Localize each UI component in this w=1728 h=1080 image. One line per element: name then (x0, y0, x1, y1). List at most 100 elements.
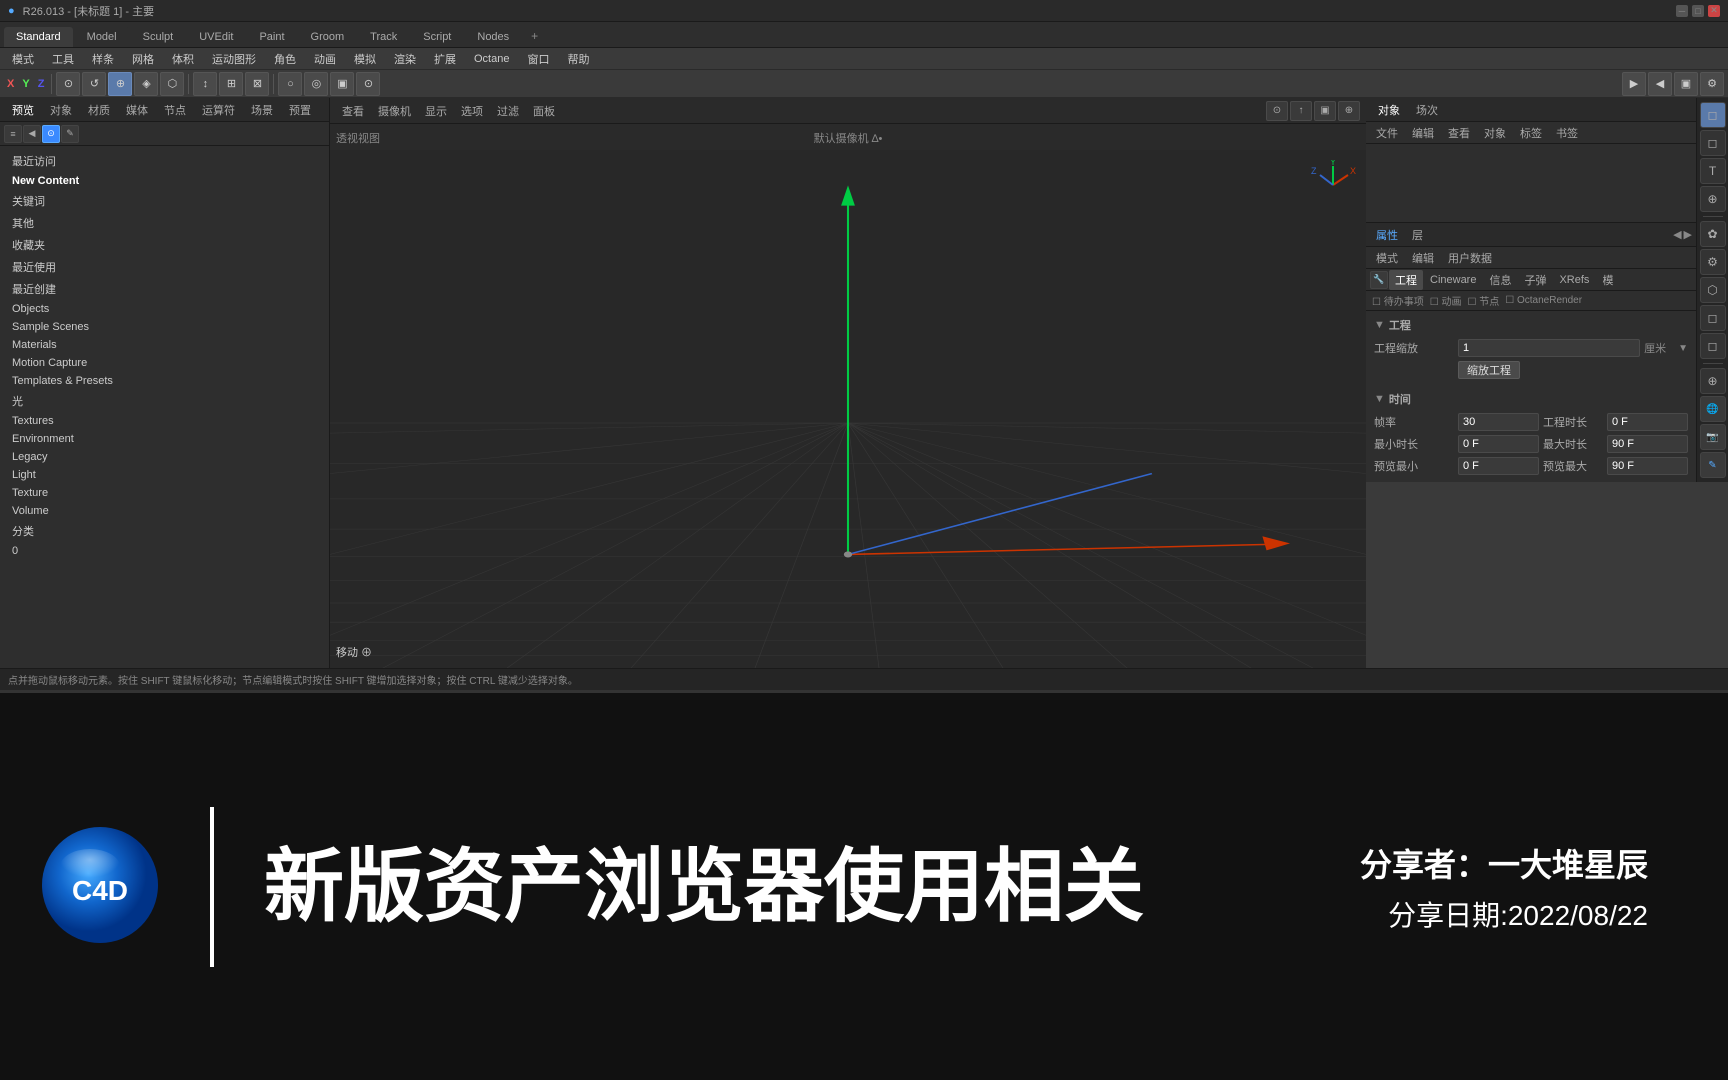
icon-script-btn[interactable]: ✎ (1700, 452, 1726, 478)
center-viewport[interactable]: 透视视图 默认摄像机 ∆• (330, 124, 1366, 670)
tool-btn-3[interactable]: ⊕ (108, 72, 132, 96)
asset-item-light[interactable]: 光 (0, 390, 329, 412)
right-tab-scene[interactable]: 场次 (1408, 98, 1446, 122)
prop-filter-checkbox-3[interactable]: ☐ 节点 (1468, 293, 1500, 308)
tool-btn-10[interactable]: ◎ (304, 72, 328, 96)
right-menu-file[interactable]: 文件 (1370, 123, 1404, 143)
tab-model[interactable]: Model (75, 27, 129, 47)
menu-animate[interactable]: 动画 (306, 49, 344, 69)
menu-mesh[interactable]: 网格 (124, 49, 162, 69)
prop-sub-cineware[interactable]: Cineware (1424, 272, 1482, 288)
right-menu-tag[interactable]: 标签 (1514, 123, 1548, 143)
menu-character[interactable]: 角色 (266, 49, 304, 69)
menu-window[interactable]: 窗口 (519, 49, 557, 69)
tool-btn-11[interactable]: ▣ (330, 72, 354, 96)
menu-volume[interactable]: 体积 (164, 49, 202, 69)
tab-sculpt[interactable]: Sculpt (131, 27, 186, 47)
prop-filter-checkbox-2[interactable]: ☐ 动画 (1430, 293, 1462, 308)
tool-btn-4[interactable]: ◈ (134, 72, 158, 96)
icon-cam-btn[interactable]: ◻ (1700, 305, 1726, 331)
prop-mode-edit[interactable]: 编辑 (1406, 248, 1440, 268)
asset-menu-btn[interactable]: ≡ (4, 125, 22, 143)
sidebar-tab-node[interactable]: 节点 (156, 99, 194, 121)
prop-filter-checkbox-1[interactable]: ☐ 待办事项 (1372, 293, 1424, 308)
asset-item-volume[interactable]: Volume (0, 502, 329, 520)
icon-cam2-btn[interactable]: 📷 (1700, 424, 1726, 450)
icon-spline-btn[interactable]: ⊕ (1700, 186, 1726, 212)
tab-nodes[interactable]: Nodes (465, 27, 521, 47)
vp-display-btn[interactable]: 显示 (419, 101, 453, 121)
menu-simulate[interactable]: 模拟 (346, 49, 384, 69)
icon-light-btn[interactable]: ◻ (1700, 333, 1726, 359)
prop-sub-project[interactable]: 工程 (1389, 270, 1423, 290)
icon-deform-btn[interactable]: ⚙ (1700, 249, 1726, 275)
menu-render[interactable]: 渲染 (386, 49, 424, 69)
asset-item-textures[interactable]: Textures (0, 412, 329, 430)
prop-sub-more[interactable]: 模 (1596, 270, 1619, 290)
menu-mograph[interactable]: 运动图形 (204, 49, 264, 69)
asset-item-motion-capture[interactable]: Motion Capture (0, 354, 329, 372)
icon-object-btn[interactable]: ◻ (1700, 102, 1726, 128)
prop-scale-button[interactable]: 缩放工程 (1458, 361, 1520, 379)
asset-item-keyword[interactable]: 关键词 (0, 190, 329, 212)
minimize-button[interactable]: ─ (1676, 5, 1688, 17)
asset-home-btn[interactable]: ⊙ (42, 125, 60, 143)
sidebar-tab-preset[interactable]: 预置 (281, 99, 319, 121)
asset-item-legacy[interactable]: Legacy (0, 448, 329, 466)
asset-item-recent-create[interactable]: 最近创建 (0, 278, 329, 300)
asset-item-texture[interactable]: Texture (0, 484, 329, 502)
asset-item-new-content[interactable]: New Content (0, 172, 329, 190)
asset-item-recent[interactable]: 最近访问 (0, 150, 329, 172)
vp-ctrl-3[interactable]: ▣ (1314, 101, 1336, 121)
asset-item-0[interactable]: 0 (0, 542, 329, 560)
asset-item-favorites[interactable]: 收藏夹 (0, 234, 329, 256)
asset-item-environment[interactable]: Environment (0, 430, 329, 448)
icon-gen-btn[interactable]: ✿ (1700, 221, 1726, 247)
sidebar-tab-preview[interactable]: 预览 (4, 99, 42, 121)
menu-tool[interactable]: 工具 (44, 49, 82, 69)
vp-view-btn[interactable]: 查看 (336, 101, 370, 121)
asset-item-objects[interactable]: Objects (0, 300, 329, 318)
vp-ctrl-2[interactable]: ↑ (1290, 101, 1312, 121)
prop-nav-forward[interactable]: ▶ (1684, 228, 1692, 241)
maximize-button[interactable]: □ (1692, 5, 1704, 17)
prop-filter-checkbox-4[interactable]: ☐ OctaneRender (1505, 295, 1582, 306)
tool-btn-9[interactable]: ○ (278, 72, 302, 96)
menu-help[interactable]: 帮助 (559, 49, 597, 69)
asset-item-light2[interactable]: Light (0, 466, 329, 484)
tab-script[interactable]: Script (411, 27, 463, 47)
asset-prev-btn[interactable]: ◀ (23, 125, 41, 143)
prop-value-prevmin[interactable]: 0 F (1458, 457, 1539, 475)
menu-spline[interactable]: 样条 (84, 49, 122, 69)
prop-value-scale[interactable]: 1 (1458, 339, 1640, 357)
render-btn-3[interactable]: ▣ (1674, 72, 1698, 96)
vp-ctrl-4[interactable]: ⊕ (1338, 101, 1360, 121)
vp-panel-btn[interactable]: 面板 (527, 101, 561, 121)
prop-nav-back[interactable]: ◀ (1673, 228, 1681, 241)
asset-item-templates[interactable]: Templates & Presets (0, 372, 329, 390)
tool-btn-6[interactable]: ↕ (193, 72, 217, 96)
icon-cube-btn[interactable]: ◻ (1700, 130, 1726, 156)
icon-field-btn[interactable]: ⬡ (1700, 277, 1726, 303)
asset-edit-btn[interactable]: ✎ (61, 125, 79, 143)
close-button[interactable]: ✕ (1708, 5, 1720, 17)
menu-extend[interactable]: 扩展 (426, 49, 464, 69)
prop-sub-bullet[interactable]: 子弹 (1518, 270, 1552, 290)
prop-mode-mode[interactable]: 模式 (1370, 248, 1404, 268)
prop-sub-xrefs[interactable]: XRefs (1553, 272, 1595, 288)
prop-value-projlen[interactable]: 0 F (1607, 413, 1688, 431)
prop-tab-attr[interactable]: 属性 (1370, 224, 1404, 246)
sidebar-tab-material[interactable]: 材质 (80, 99, 118, 121)
vp-options-btn[interactable]: 选项 (455, 101, 489, 121)
vp-camera-btn[interactable]: 摄像机 (372, 101, 417, 121)
prop-tab-layer[interactable]: 层 (1406, 224, 1429, 246)
prop-value-framerate[interactable]: 30 (1458, 413, 1539, 431)
menu-octane[interactable]: Octane (466, 51, 517, 67)
render-btn-1[interactable]: ▶ (1622, 72, 1646, 96)
right-tab-object[interactable]: 对象 (1370, 98, 1408, 122)
render-btn-4[interactable]: ⚙ (1700, 72, 1724, 96)
prop-unit-dropdown[interactable]: ▼ (1678, 343, 1688, 354)
vp-ctrl-1[interactable]: ⊙ (1266, 101, 1288, 121)
icon-globe-btn[interactable]: 🌐 (1700, 396, 1726, 422)
tab-standard[interactable]: Standard (4, 27, 73, 47)
